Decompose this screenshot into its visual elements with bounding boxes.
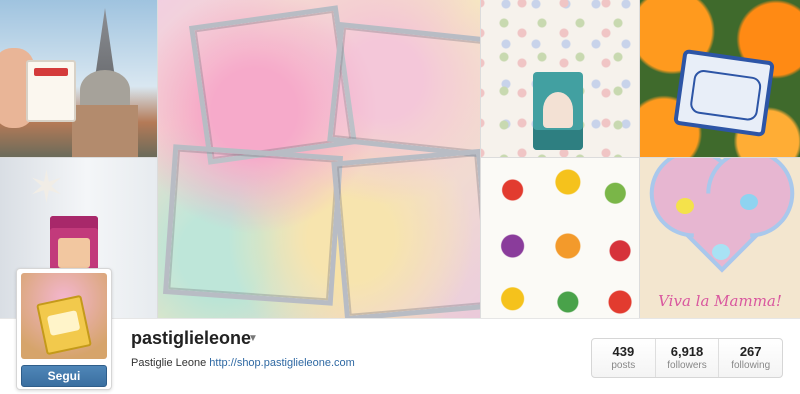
metal-tray xyxy=(162,144,344,306)
tower-building xyxy=(72,105,138,157)
photo-tile-mole-antonelliana[interactable] xyxy=(0,0,157,157)
photo-tile-heart-box[interactable]: Viva la Mamma! xyxy=(640,158,800,318)
avatar-card: Segui xyxy=(16,268,112,390)
photo-tile-candy-trays[interactable] xyxy=(158,0,480,318)
stat-following[interactable]: 267 following xyxy=(719,339,782,377)
profile-page: ✶ Viva la Mamma! Segui pastiglieleone ▼ … xyxy=(0,0,800,394)
photo-tile-teal-tin[interactable] xyxy=(481,0,639,157)
stat-value: 267 xyxy=(739,344,762,359)
full-name: Pastiglie Leone xyxy=(131,357,207,369)
metal-tray xyxy=(331,148,480,318)
tower-dome xyxy=(80,70,130,110)
stat-value: 6,918 xyxy=(670,344,704,359)
photo-caption: Viva la Mamma! xyxy=(658,292,782,310)
vegetable-pattern xyxy=(481,158,639,318)
follow-button[interactable]: Segui xyxy=(21,365,107,387)
stat-followers[interactable]: 6,918 followers xyxy=(656,339,720,377)
tower-spire xyxy=(95,8,115,78)
stat-posts[interactable]: 439 posts xyxy=(592,339,656,377)
avatar[interactable] xyxy=(21,273,107,359)
photo-tile-vegetables[interactable] xyxy=(481,158,639,318)
candy-tin xyxy=(673,48,775,138)
candy-tin xyxy=(533,72,583,150)
profile-bio: Pastiglie Leone http://shop.pastiglieleo… xyxy=(131,357,355,369)
chick-icon xyxy=(676,198,694,214)
starfish-icon: ✶ xyxy=(28,163,65,212)
chick-icon xyxy=(712,244,730,260)
stat-label: following xyxy=(731,360,771,371)
stat-value: 439 xyxy=(612,344,635,359)
stat-label: followers xyxy=(667,360,707,371)
metal-tray xyxy=(327,21,480,159)
website-link[interactable]: http://shop.pastiglieleone.com xyxy=(209,357,355,369)
photo-mosaic: ✶ Viva la Mamma! xyxy=(0,0,800,318)
caret-down-icon[interactable]: ▼ xyxy=(248,333,258,344)
profile-stats: 439 posts 6,918 followers 267 following xyxy=(591,338,783,378)
stat-label: posts xyxy=(611,360,636,371)
photo-tile-flowers-tin[interactable] xyxy=(640,0,800,157)
username: pastiglieleone xyxy=(131,328,252,348)
chick-icon xyxy=(740,194,758,210)
candy-tin xyxy=(26,60,76,122)
candy-tin xyxy=(36,294,92,356)
